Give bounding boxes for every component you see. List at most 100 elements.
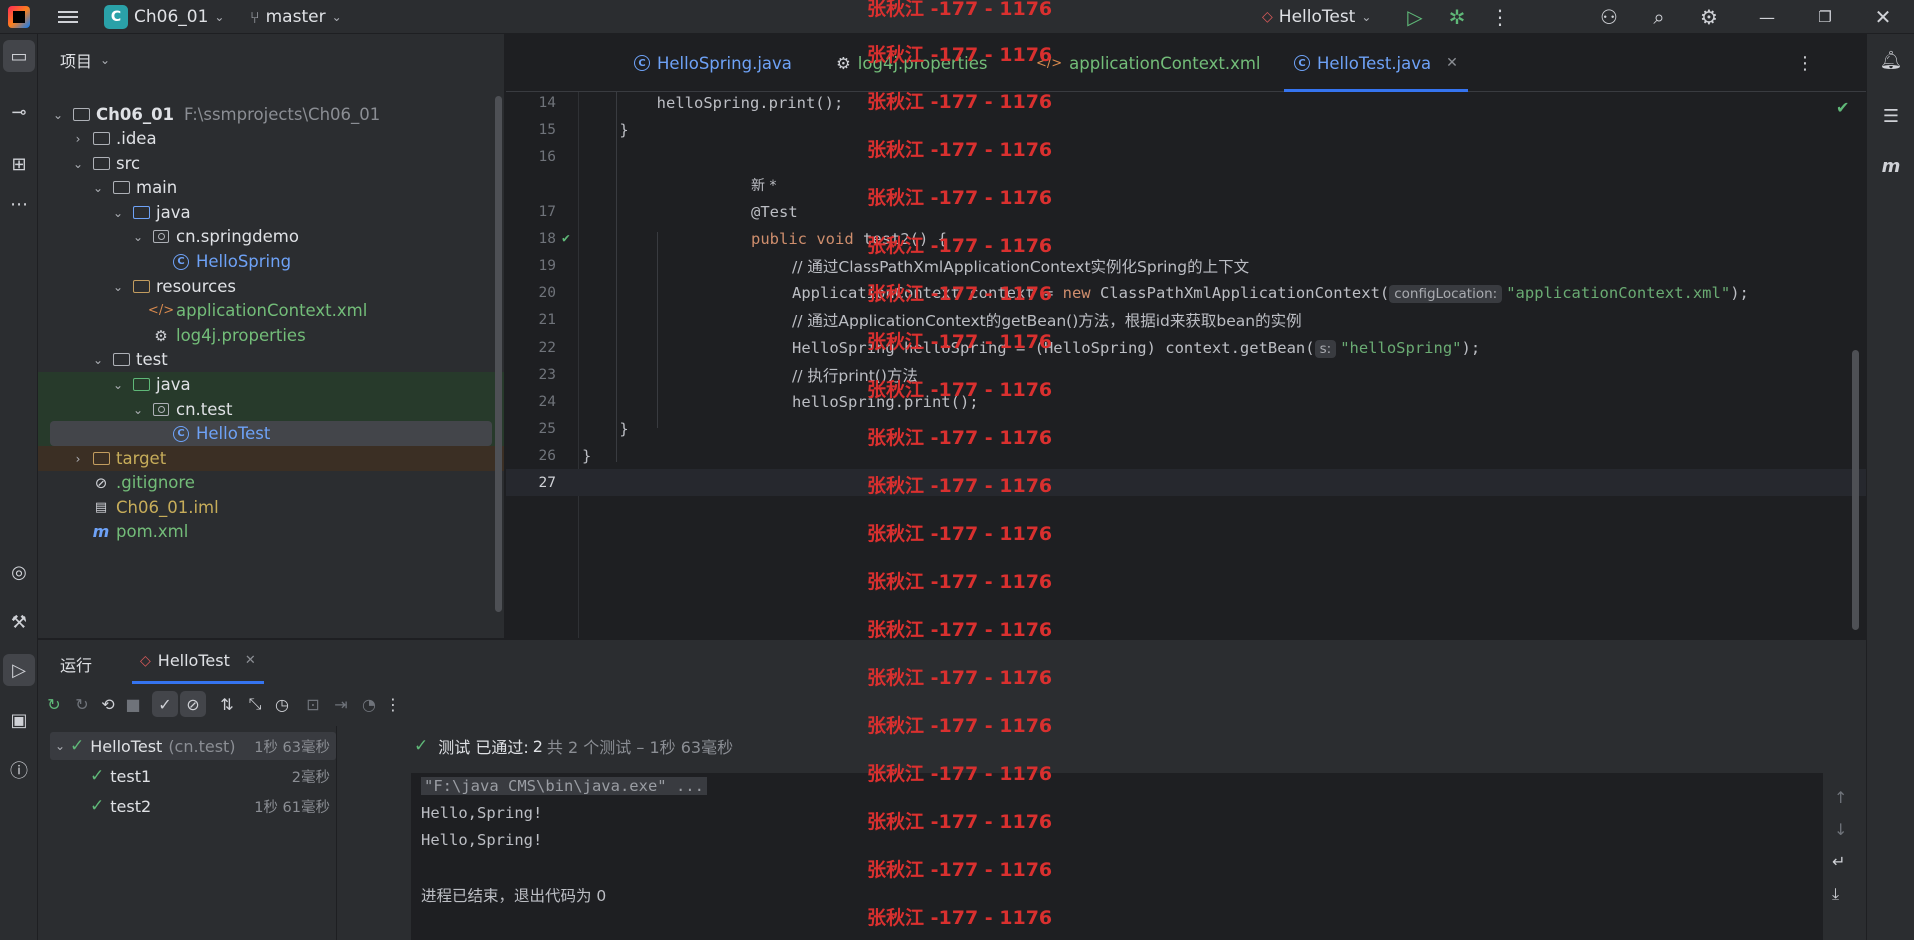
chevron-right-icon[interactable]: › xyxy=(70,132,86,146)
tree-item-iml[interactable]: ▤ Ch06_01.iml xyxy=(38,495,504,520)
intellij-logo-icon[interactable] xyxy=(8,6,30,28)
close-tab-icon[interactable]: ✕ xyxy=(1446,55,1458,71)
chevron-down-icon[interactable]: ⌄ xyxy=(90,181,106,195)
project-scrollbar[interactable] xyxy=(495,96,502,612)
tree-item-cn-test[interactable]: ⌄ cn.test xyxy=(38,397,504,422)
author-hint[interactable]: 新 * xyxy=(751,175,776,195)
test-row-hellotest[interactable]: ⌄ ✓ HelloTest (cn.test) 1秒 63毫秒 xyxy=(50,732,336,760)
restore-icon[interactable]: ❐ xyxy=(1808,0,1842,34)
stop-icon[interactable]: ■ xyxy=(120,691,146,717)
project-switcher[interactable]: C Ch06_01 ⌄ xyxy=(104,0,224,34)
import-tests-icon[interactable]: ⇥ xyxy=(328,691,354,717)
build-tool-icon[interactable]: ⚒ xyxy=(3,606,35,638)
source-folder-icon xyxy=(132,205,150,221)
tree-item-test[interactable]: ⌄ test xyxy=(38,347,504,372)
database-icon[interactable]: ☰ xyxy=(1875,100,1907,132)
maven-icon[interactable]: m xyxy=(1875,150,1907,182)
tree-item-cn-springdemo[interactable]: ⌄ cn.springdemo xyxy=(38,224,504,249)
show-passed-icon[interactable]: ✓ xyxy=(152,691,178,717)
services-tool-icon[interactable]: ◎ xyxy=(3,556,35,588)
test-row-test2[interactable]: ✓ test2 1秒 61毫秒 xyxy=(50,792,336,820)
chevron-right-icon[interactable]: › xyxy=(70,452,86,466)
code-vision-hint[interactable]: 新 * xyxy=(506,171,1866,198)
branch-name: master xyxy=(265,7,326,27)
code-comment: // 通过ApplicationContext的getBean()方法，根据id… xyxy=(792,311,1302,330)
scroll-down-icon[interactable]: ↓ xyxy=(1834,820,1847,839)
code-comment: // 执行print()方法 xyxy=(792,366,918,385)
chevron-down-icon[interactable]: ⌄ xyxy=(110,206,126,220)
sort-icon[interactable]: ⇅ xyxy=(214,691,240,717)
chevron-down-icon[interactable]: ⌄ xyxy=(50,108,66,122)
chevron-down-icon[interactable]: ⌄ xyxy=(50,739,70,753)
tree-item-root[interactable]: ⌄ Ch06_01 F:\ssmprojects\Ch06_01 xyxy=(38,102,504,127)
tree-item-main-java[interactable]: ⌄ java xyxy=(38,200,504,225)
console-command-line[interactable]: "F:\java CMS\bin\java.exe" ... xyxy=(421,777,707,795)
tree-item-idea[interactable]: › .idea xyxy=(38,126,504,151)
history-icon[interactable]: ◷ xyxy=(269,691,295,717)
show-ignored-icon[interactable]: ⊘ xyxy=(180,691,206,717)
more-options-icon[interactable]: ⋮ xyxy=(1483,0,1517,34)
run-tool-icon[interactable]: ▷ xyxy=(3,654,35,686)
chevron-down-icon[interactable]: ⌄ xyxy=(90,353,106,367)
tab-run-hellotest[interactable]: ◇ HelloTest ✕ xyxy=(132,640,264,684)
branch-switcher[interactable]: ⑂ master ⌄ xyxy=(250,0,342,34)
more-tools-icon[interactable]: ⋯ xyxy=(3,188,35,220)
tabs-more-icon[interactable]: ⋮ xyxy=(1796,34,1814,92)
camera-icon[interactable]: ⊡ xyxy=(300,691,326,717)
test-results-tree: ⌄ ✓ HelloTest (cn.test) 1秒 63毫秒 ✓ test1 … xyxy=(50,732,336,938)
coverage-icon[interactable]: ◔ xyxy=(356,691,382,717)
settings-gear-icon[interactable]: ⚙ xyxy=(1692,0,1726,34)
tree-item-applicationcontext[interactable]: </> applicationContext.xml xyxy=(38,298,504,323)
run-icon[interactable]: ▷ xyxy=(1398,0,1432,34)
tree-item-src[interactable]: ⌄ src xyxy=(38,151,504,176)
chevron-down-icon[interactable]: ⌄ xyxy=(70,157,86,171)
scroll-up-icon[interactable]: ↑ xyxy=(1834,788,1847,807)
minimize-icon[interactable]: — xyxy=(1750,0,1784,34)
run-config-selector[interactable]: ◇ HelloTest ⌄ xyxy=(1262,0,1371,34)
tab-log4j-properties[interactable]: ⚙ log4j.properties xyxy=(836,34,987,92)
chevron-down-icon[interactable]: ⌄ xyxy=(110,378,126,392)
run-test-gutter-icon[interactable]: ✔ xyxy=(562,231,570,246)
debug-icon[interactable]: ✲ xyxy=(1440,0,1474,34)
code-editor[interactable]: 14 helloSpring.print(); 15 } 16 新 * 17 @… xyxy=(506,92,1866,638)
collapse-all-icon[interactable]: ⤡ xyxy=(242,691,268,717)
chevron-down-icon[interactable]: ⌄ xyxy=(130,403,146,417)
soft-wrap-icon[interactable]: ↵ xyxy=(1832,852,1845,871)
editor-scrollbar[interactable] xyxy=(1852,350,1859,630)
rerun-failed-icon[interactable]: ↻ xyxy=(69,691,95,717)
notifications-icon[interactable]: 🔔︎ xyxy=(1875,44,1907,76)
test-row-test1[interactable]: ✓ test1 2毫秒 xyxy=(50,762,336,790)
project-tool-icon[interactable]: ▭ xyxy=(3,40,35,72)
toggle-auto-test-icon[interactable]: ⟲ xyxy=(95,691,121,717)
scroll-to-end-icon[interactable]: ⤓ xyxy=(1832,884,1839,904)
tree-item-resources[interactable]: ⌄ resources xyxy=(38,274,504,299)
tab-hellospring-java[interactable]: C HelloSpring.java xyxy=(634,34,792,92)
close-tab-icon[interactable]: ✕ xyxy=(245,653,256,668)
tree-item-gitignore[interactable]: ⊘ .gitignore xyxy=(38,470,504,495)
project-panel-header[interactable]: 项目 ⌄ xyxy=(60,48,110,72)
close-window-icon[interactable]: ✕ xyxy=(1866,0,1900,34)
tree-item-pom[interactable]: m pom.xml xyxy=(38,519,504,544)
tab-label: log4j.properties xyxy=(857,53,988,73)
chevron-down-icon[interactable]: ⌄ xyxy=(130,230,146,244)
tab-hellotest-java[interactable]: C HelloTest.java ✕ xyxy=(1284,34,1468,92)
structure-tool-icon[interactable]: ⊞ xyxy=(3,148,35,180)
inspection-ok-icon[interactable]: ✔ xyxy=(1836,98,1849,117)
add-user-icon[interactable]: ⚇ xyxy=(1592,0,1626,34)
main-menu-icon[interactable] xyxy=(58,8,78,26)
console-output[interactable]: "F:\java CMS\bin\java.exe" ... Hello,Spr… xyxy=(411,773,1823,940)
rerun-icon[interactable]: ↻ xyxy=(41,691,67,717)
tree-item-test-java[interactable]: ⌄ java xyxy=(38,372,504,397)
tree-item-target[interactable]: › target xyxy=(38,446,504,471)
chevron-down-icon[interactable]: ⌄ xyxy=(110,280,126,294)
tree-item-log4j[interactable]: ⚙ log4j.properties xyxy=(38,323,504,348)
tree-item-main[interactable]: ⌄ main xyxy=(38,175,504,200)
search-icon[interactable]: ⌕ xyxy=(1642,0,1676,34)
tree-item-hellospring[interactable]: C HelloSpring xyxy=(38,249,504,274)
tab-applicationcontext-xml[interactable]: </> applicationContext.xml xyxy=(1036,34,1261,92)
more-options-icon[interactable]: ⋮ xyxy=(380,691,406,717)
problems-tool-icon[interactable]: ⓘ xyxy=(3,754,35,786)
terminal-tool-icon[interactable]: ▣ xyxy=(3,704,35,736)
commit-tool-icon[interactable]: ⊸ xyxy=(3,96,35,128)
tree-item-hellotest[interactable]: C HelloTest xyxy=(50,421,492,446)
